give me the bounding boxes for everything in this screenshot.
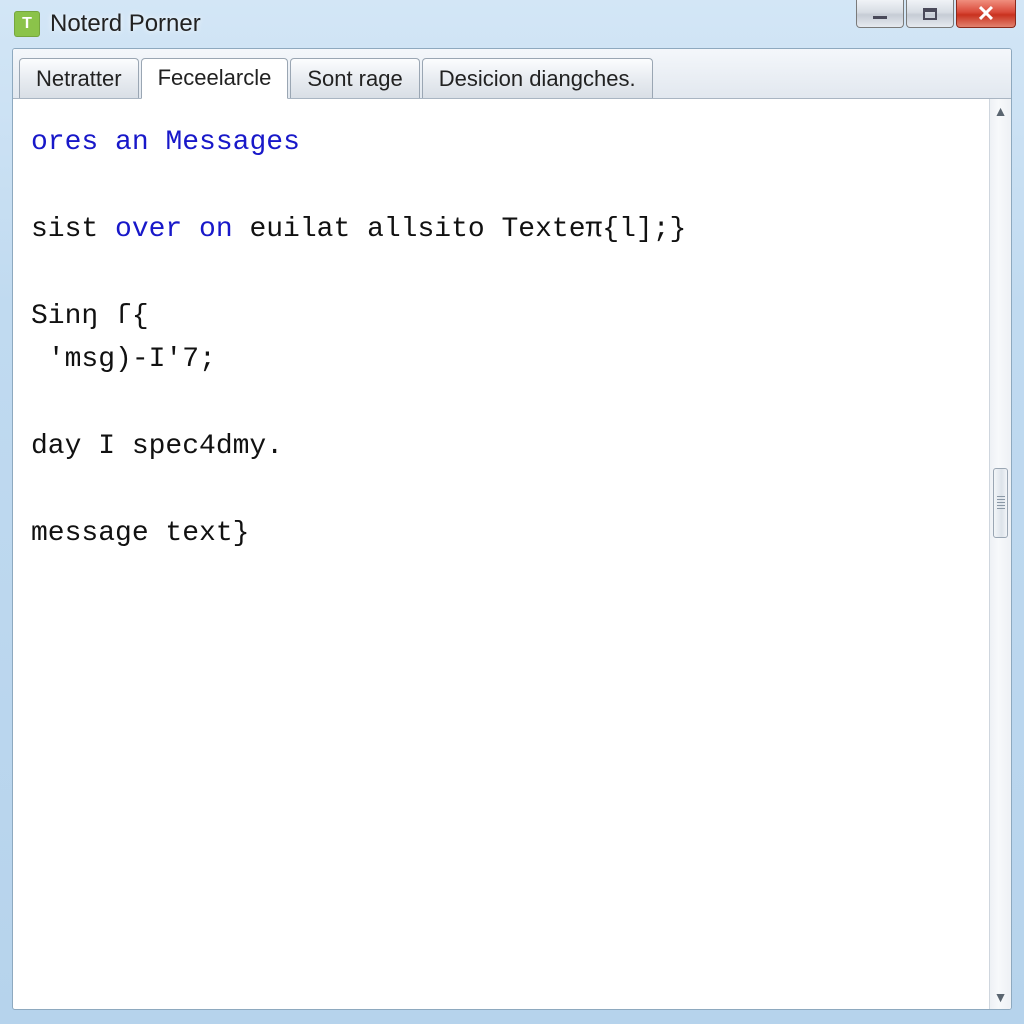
tabstrip: Netratter Feceelarcle Sont rage Desicion…: [13, 49, 1011, 99]
window-title: Noterd Porner: [50, 10, 201, 38]
scrollbar-thumb[interactable]: [993, 468, 1008, 538]
tab-netratter[interactable]: Netratter: [19, 58, 139, 98]
client-area: Netratter Feceelarcle Sont rage Desicion…: [12, 48, 1012, 1010]
code-text: euilat allsito Texteπ{l];}: [233, 214, 687, 245]
window-controls: ✕: [856, 0, 1016, 28]
titlebar: T Noterd Porner ✕: [4, 4, 1020, 44]
keyword: over on: [115, 214, 233, 245]
maximize-button[interactable]: [906, 0, 954, 28]
minimize-button[interactable]: [856, 0, 904, 28]
vertical-scrollbar[interactable]: ▲ ▼: [989, 99, 1011, 1009]
close-button[interactable]: ✕: [956, 0, 1016, 28]
tab-desicion[interactable]: Desicion diangches.: [422, 58, 653, 98]
keyword: an: [115, 127, 149, 158]
scrollbar-track[interactable]: [990, 123, 1011, 985]
scroll-up-icon[interactable]: ▲: [990, 99, 1011, 123]
minimize-icon: [873, 16, 887, 19]
tab-sont-rage[interactable]: Sont rage: [290, 58, 419, 98]
code-text: day I spec4dmy.: [31, 431, 283, 462]
app-icon: T: [14, 11, 40, 37]
code-text: message text}: [31, 518, 249, 549]
code-text: Sinŋ ſ{: [31, 301, 149, 332]
text-editor[interactable]: ores an Messages sist over on euilat all…: [13, 99, 989, 1009]
close-icon: ✕: [977, 1, 995, 27]
code-text: sist: [31, 214, 115, 245]
keyword: Messages: [165, 127, 299, 158]
tab-feceelarcle[interactable]: Feceelarcle: [141, 58, 289, 99]
scroll-down-icon[interactable]: ▼: [990, 985, 1011, 1009]
maximize-icon: [923, 8, 937, 20]
keyword: ores: [31, 127, 98, 158]
code-text: 'msg)-I'7;: [31, 344, 216, 375]
content-pane: ores an Messages sist over on euilat all…: [13, 99, 1011, 1009]
